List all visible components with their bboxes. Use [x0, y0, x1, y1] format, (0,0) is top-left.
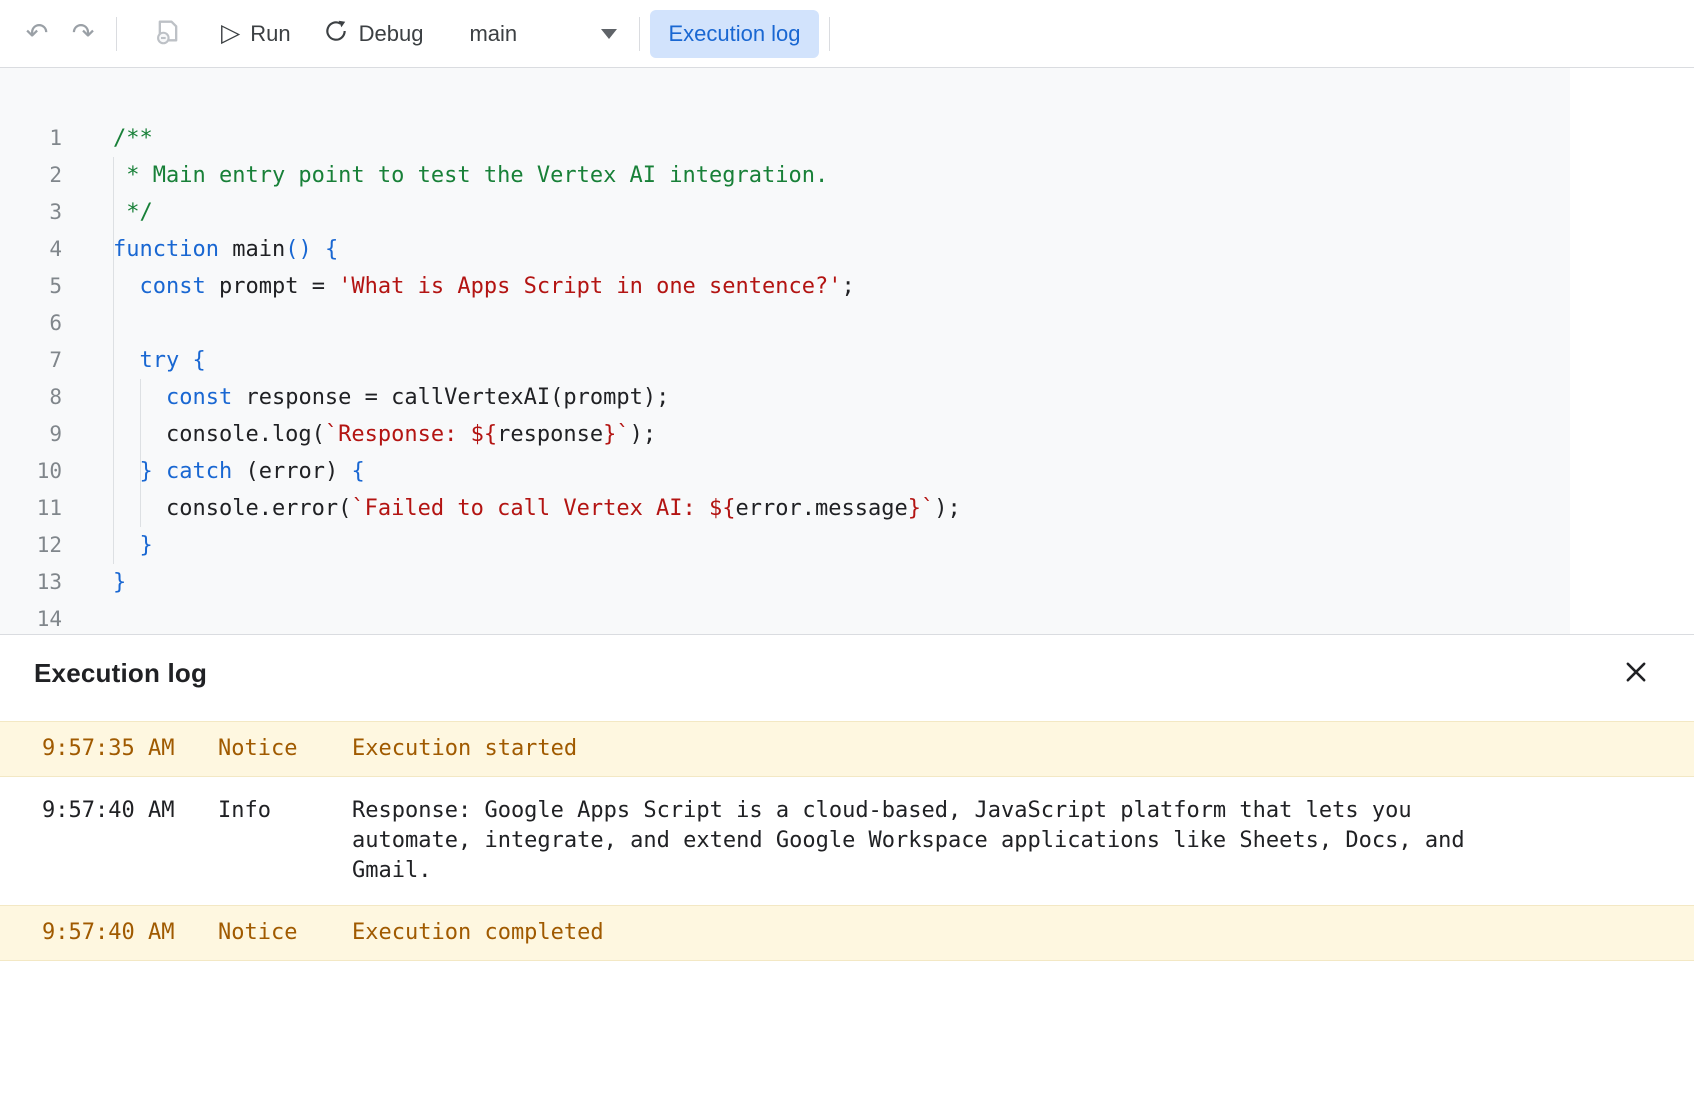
log-entry: 9:57:40 AMInfoResponse: Google Apps Scri… [0, 777, 1694, 905]
code-text: console.error(`Failed to call Vertex AI:… [62, 490, 961, 527]
code-text: /** [62, 120, 153, 157]
function-selector-value: main [469, 21, 517, 47]
code-text [62, 305, 113, 342]
code-line[interactable]: 2 * Main entry point to test the Vertex … [0, 157, 1694, 194]
code-line[interactable]: 7 try { [0, 342, 1694, 379]
code-text: * Main entry point to test the Vertex AI… [62, 157, 828, 194]
code-line[interactable]: 5 const prompt = 'What is Apps Script in… [0, 268, 1694, 305]
indent-guide [140, 379, 141, 527]
code-line[interactable]: 11 console.error(`Failed to call Vertex … [0, 490, 1694, 527]
indent-guide [113, 157, 114, 564]
log-level: Notice [218, 918, 352, 948]
line-number[interactable]: 3 [0, 194, 62, 231]
log-time: 9:57:35 AM [0, 734, 218, 764]
code-text: } catch (error) { [62, 453, 365, 490]
code-line[interactable]: 6 [0, 305, 1694, 342]
code-line[interactable]: 9 console.log(`Response: ${response}`); [0, 416, 1694, 453]
line-number[interactable]: 9 [0, 416, 62, 453]
line-number[interactable]: 6 [0, 305, 62, 342]
debug-button-label: Debug [359, 21, 424, 47]
redo-button[interactable]: ↷ [60, 11, 106, 57]
line-number[interactable]: 10 [0, 453, 62, 490]
code-text: const prompt = 'What is Apps Script in o… [62, 268, 855, 305]
close-icon [1622, 658, 1650, 689]
code-line[interactable]: 1/** [0, 120, 1694, 157]
log-entry: 9:57:40 AMNoticeExecution completed [0, 905, 1694, 961]
execution-log-button[interactable]: Execution log [650, 10, 818, 58]
log-message: Execution completed [352, 918, 1694, 948]
line-number[interactable]: 4 [0, 231, 62, 268]
toolbar-divider [116, 17, 117, 51]
code-line[interactable]: 12 } [0, 527, 1694, 564]
execution-log-title: Execution log [34, 658, 207, 689]
code-text: const response = callVertexAI(prompt); [62, 379, 669, 416]
line-number[interactable]: 2 [0, 157, 62, 194]
undo-button[interactable]: ↶ [14, 11, 60, 57]
run-play-icon: ▷ [221, 21, 240, 46]
log-entries: 9:57:35 AMNoticeExecution started9:57:40… [0, 712, 1694, 961]
code-line[interactable]: 14 [0, 601, 1694, 634]
redo-icon: ↷ [72, 20, 95, 47]
code-lines: 1/**2 * Main entry point to test the Ver… [0, 120, 1694, 634]
toolbar-divider [639, 17, 640, 51]
log-time: 9:57:40 AM [0, 796, 218, 826]
code-line[interactable]: 13} [0, 564, 1694, 601]
code-text [62, 601, 113, 634]
save-status-button[interactable] [145, 11, 191, 57]
close-log-button[interactable] [1614, 652, 1658, 696]
log-entry: 9:57:35 AMNoticeExecution started [0, 721, 1694, 777]
code-text: try { [62, 342, 206, 379]
run-button[interactable]: ▷ Run [205, 10, 307, 58]
debug-icon [323, 18, 349, 50]
save-project-icon [154, 17, 182, 50]
code-text: */ [62, 194, 153, 231]
log-message: Execution started [352, 734, 1694, 764]
line-number[interactable]: 7 [0, 342, 62, 379]
log-level: Notice [218, 734, 352, 764]
line-number[interactable]: 8 [0, 379, 62, 416]
function-selector[interactable]: main [457, 10, 629, 58]
undo-icon: ↶ [26, 20, 49, 47]
code-line[interactable]: 8 const response = callVertexAI(prompt); [0, 379, 1694, 416]
code-text: console.log(`Response: ${response}`); [62, 416, 656, 453]
line-number[interactable]: 11 [0, 490, 62, 527]
toolbar: ↶ ↷ ▷ Run Debug main Execution log [0, 0, 1694, 68]
line-number[interactable]: 1 [0, 120, 62, 157]
code-text: } [62, 527, 153, 564]
editor-scrollbar-track[interactable] [1570, 68, 1694, 634]
execution-log-panel: Execution log 9:57:35 AMNoticeExecution … [0, 634, 1694, 1097]
code-line[interactable]: 4function main() { [0, 231, 1694, 268]
log-level: Info [218, 796, 352, 826]
debug-button[interactable]: Debug [307, 10, 440, 58]
log-message: Response: Google Apps Script is a cloud-… [352, 796, 1694, 886]
code-line[interactable]: 10 } catch (error) { [0, 453, 1694, 490]
code-line[interactable]: 3 */ [0, 194, 1694, 231]
code-editor[interactable]: 1/**2 * Main entry point to test the Ver… [0, 68, 1694, 634]
chevron-down-icon [601, 29, 617, 39]
line-number[interactable]: 12 [0, 527, 62, 564]
code-text: function main() { [62, 231, 338, 268]
log-time: 9:57:40 AM [0, 918, 218, 948]
line-number[interactable]: 5 [0, 268, 62, 305]
run-button-label: Run [250, 21, 290, 47]
line-number[interactable]: 14 [0, 601, 62, 634]
code-text: } [62, 564, 126, 601]
toolbar-divider [829, 17, 830, 51]
line-number[interactable]: 13 [0, 564, 62, 601]
execution-log-header: Execution log [0, 635, 1694, 712]
